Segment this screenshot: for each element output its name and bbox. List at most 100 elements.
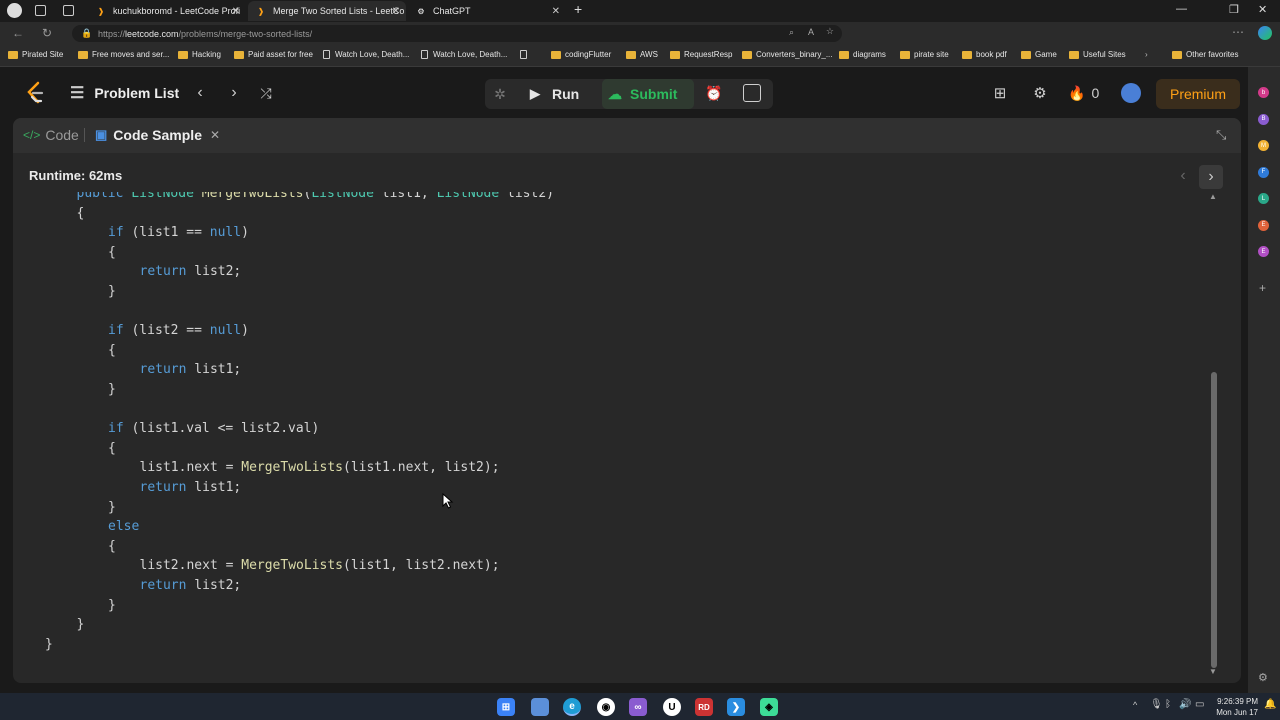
leetcode-favicon-icon: ❱ bbox=[257, 6, 265, 16]
other-favorites-label: Other favorites bbox=[1186, 50, 1239, 59]
bluetooth-icon[interactable]: ᛒ bbox=[1165, 699, 1171, 710]
layout-grid-icon[interactable]: ⊞ bbox=[990, 83, 1010, 103]
notes-icon[interactable] bbox=[743, 84, 761, 102]
rider-icon[interactable]: RD bbox=[695, 698, 713, 716]
settings-gear-icon[interactable]: ⚙ bbox=[1030, 83, 1050, 103]
profile-avatar[interactable] bbox=[7, 3, 22, 18]
close-tab-icon[interactable]: ✕ bbox=[552, 6, 560, 17]
sidebar-app-icon[interactable]: E bbox=[1258, 219, 1269, 231]
scroll-up-icon[interactable]: ▲ bbox=[1209, 192, 1217, 201]
bookmark-label: Free moves and ser... bbox=[92, 50, 170, 59]
run-button[interactable]: ▶ Run bbox=[530, 79, 579, 109]
problem-list-button[interactable]: ☰ Problem List bbox=[70, 83, 179, 103]
start-windows-icon[interactable]: ⊞ bbox=[497, 698, 515, 716]
vscode-icon[interactable]: ❯ bbox=[727, 698, 745, 716]
sidebar-settings-icon[interactable]: ⚙ bbox=[1258, 671, 1268, 684]
tab-actions-icon[interactable] bbox=[63, 5, 74, 16]
shuffle-icon[interactable]: ⤮ bbox=[256, 83, 276, 103]
bookmark-item[interactable]: RequestResp bbox=[670, 50, 732, 59]
android-studio-icon[interactable]: ◈ bbox=[760, 698, 778, 716]
previous-problem-icon[interactable]: ‹ bbox=[192, 83, 208, 103]
sidebar-app-icon[interactable]: b bbox=[1258, 87, 1269, 98]
close-tab-icon[interactable]: ✕ bbox=[392, 6, 400, 17]
url-path: /problems/merge-two-sorted-lists/ bbox=[178, 28, 313, 39]
other-favorites[interactable]: Other favorites bbox=[1172, 50, 1238, 59]
debug-icon[interactable]: ✲ bbox=[490, 84, 510, 104]
bookmark-item[interactable]: Paid asset for free bbox=[234, 50, 313, 59]
close-window-button[interactable]: ✕ bbox=[1258, 3, 1267, 16]
refresh-icon[interactable]: ↻ bbox=[42, 26, 52, 40]
unreal-engine-icon[interactable]: U bbox=[663, 698, 681, 716]
bookmark-item[interactable]: codingFlutter bbox=[551, 50, 611, 59]
previous-sample-icon[interactable]: ‹ bbox=[1171, 167, 1195, 189]
bookmark-item[interactable]: diagrams bbox=[839, 50, 886, 59]
bookmark-item[interactable]: book pdf bbox=[962, 50, 1007, 59]
leetcode-logo-icon[interactable] bbox=[24, 81, 46, 105]
volume-icon[interactable]: 🔊 bbox=[1179, 699, 1191, 710]
bookmark-item[interactable]: Watch Love, Death... bbox=[421, 50, 507, 59]
minimize-panel-icon[interactable]: ⤡ bbox=[1216, 127, 1226, 143]
copilot-icon[interactable] bbox=[1258, 26, 1272, 40]
system-clock[interactable]: 9:26:39 PM Mon Jun 17 bbox=[1208, 696, 1258, 718]
bookmark-item[interactable]: Converters_binary_... bbox=[742, 50, 832, 59]
lock-icon: 🔒 bbox=[81, 28, 93, 38]
network-icon[interactable]: ▭ bbox=[1195, 699, 1204, 710]
restore-button[interactable]: ❐ bbox=[1229, 3, 1239, 16]
sidebar-app-icon[interactable]: E bbox=[1258, 246, 1269, 257]
vertical-scrollbar[interactable]: ▲ ▼ bbox=[1206, 192, 1220, 676]
url-input[interactable]: 🔒 https://leetcode.com/problems/merge-tw… bbox=[72, 25, 842, 42]
chevron-right-icon[interactable]: › bbox=[1145, 50, 1148, 59]
premium-button[interactable]: Premium bbox=[1156, 79, 1240, 109]
close-tab-icon[interactable]: ✕ bbox=[210, 128, 220, 142]
scroll-down-icon[interactable]: ▼ bbox=[1209, 667, 1217, 676]
bookmark-item[interactable]: Free moves and ser... bbox=[78, 50, 169, 59]
search-icon[interactable]: ⌕ bbox=[789, 27, 794, 38]
visual-studio-icon[interactable]: ∞ bbox=[629, 698, 647, 716]
tab-code-sample[interactable]: ▣ Code Sample ✕ bbox=[95, 127, 220, 143]
alarm-clock-icon[interactable]: ⏰ bbox=[704, 83, 724, 103]
minimize-button[interactable]: — bbox=[1176, 3, 1187, 15]
sidebar-app-icon[interactable]: B bbox=[1258, 113, 1269, 125]
tray-chevron-icon[interactable]: ^ bbox=[1133, 700, 1137, 710]
workspaces-icon[interactable] bbox=[35, 5, 46, 16]
bookmark-item[interactable]: Pirated Site bbox=[8, 50, 63, 59]
bookmark-item[interactable]: Hacking bbox=[178, 50, 221, 59]
next-sample-icon[interactable]: › bbox=[1199, 165, 1223, 189]
code-viewer[interactable]: public ListNode MergeTwoLists(ListNode l… bbox=[13, 192, 1241, 680]
user-avatar[interactable] bbox=[1121, 83, 1141, 103]
bookmark-item[interactable]: AWS bbox=[626, 50, 658, 59]
bookmark-item[interactable]: Watch Love, Death... bbox=[323, 50, 409, 59]
next-problem-icon[interactable]: › bbox=[226, 83, 242, 103]
tab-chatgpt[interactable]: ⚙ ChatGPT ✕ bbox=[408, 1, 566, 21]
tab-merge-two-sorted-lists[interactable]: ❱ Merge Two Sorted Lists - LeetCo ✕ bbox=[248, 1, 406, 21]
code-line: if (list1.val <= list2.val) bbox=[108, 421, 319, 436]
file-explorer-icon[interactable] bbox=[531, 698, 549, 716]
bookmark-item[interactable]: Useful Sites bbox=[1069, 50, 1126, 59]
tab-code[interactable]: </> Code bbox=[23, 127, 79, 143]
new-tab-button[interactable]: + bbox=[574, 1, 582, 17]
streak-counter[interactable]: 🔥 0 bbox=[1068, 83, 1099, 103]
tab-leetcode-profile[interactable]: ❱ kuchukboromd - LeetCode Profi ✕ bbox=[88, 1, 246, 21]
edge-browser-icon[interactable]: e bbox=[563, 698, 581, 716]
read-aloud-icon[interactable]: A bbox=[808, 27, 814, 37]
notification-bell-icon[interactable]: 🔔 bbox=[1264, 699, 1276, 710]
close-tab-icon[interactable]: ✕ bbox=[232, 6, 240, 17]
github-icon[interactable]: ◉ bbox=[597, 698, 615, 716]
bookmark-label: Hacking bbox=[192, 50, 221, 59]
sidebar-app-icon[interactable]: M bbox=[1258, 140, 1269, 151]
microphone-icon[interactable]: 🎙 bbox=[1150, 699, 1163, 710]
bookmark-item[interactable]: Game bbox=[1021, 50, 1057, 59]
add-sidebar-app-icon[interactable]: + bbox=[1259, 281, 1266, 295]
scrollbar-thumb[interactable] bbox=[1211, 371, 1217, 668]
bookmark-item[interactable] bbox=[520, 50, 532, 59]
run-label: Run bbox=[552, 86, 580, 102]
back-arrow-icon[interactable]: ← bbox=[12, 26, 24, 40]
favorite-star-icon[interactable]: ☆ bbox=[826, 26, 834, 37]
code-line: list2.next = MergeTwoLists(list1, list2.… bbox=[140, 558, 500, 573]
more-menu-icon[interactable]: ⋯ bbox=[1232, 25, 1244, 39]
code-token: { bbox=[108, 342, 116, 358]
sidebar-app-icon[interactable]: F bbox=[1258, 166, 1269, 178]
submit-button[interactable]: ☁ Submit bbox=[602, 79, 694, 109]
bookmark-item[interactable]: pirate site bbox=[900, 50, 949, 59]
sidebar-app-icon[interactable]: L bbox=[1258, 193, 1269, 204]
